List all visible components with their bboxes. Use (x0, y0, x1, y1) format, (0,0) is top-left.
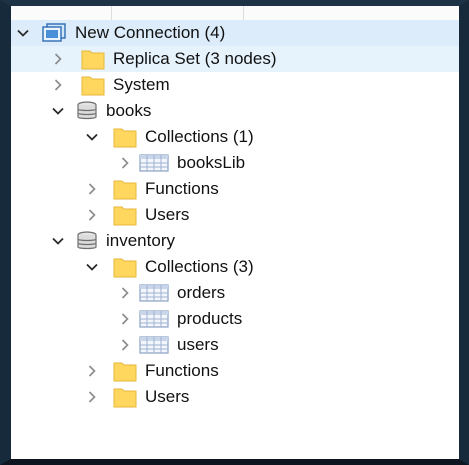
chevron-right-icon[interactable] (116, 284, 134, 302)
collection-label: users (177, 335, 219, 354)
users-label: Users (145, 387, 190, 406)
database-icon (76, 101, 98, 121)
folder-icon (113, 126, 137, 148)
connection-label: New Connection (4) (75, 23, 226, 42)
folder-icon (81, 74, 105, 96)
tree-node-users[interactable]: Users (11, 202, 459, 228)
tree-node-users[interactable]: Users (11, 384, 459, 410)
database-label: inventory (106, 231, 175, 250)
table-icon (139, 310, 169, 328)
collection-label: orders (177, 283, 226, 302)
folder-icon (113, 360, 137, 382)
table-icon (139, 284, 169, 302)
folder-icon (113, 256, 137, 278)
collection-label: booksLib (177, 153, 246, 172)
tree-node-system[interactable]: System (11, 72, 459, 98)
functions-label: Functions (145, 361, 219, 380)
tree-node-functions[interactable]: Functions (11, 176, 459, 202)
tree-node-database-inventory[interactable]: inventory (11, 228, 459, 254)
folder-icon (113, 386, 137, 408)
tree-node-collection[interactable]: orders (11, 280, 459, 306)
folder-icon (113, 204, 137, 226)
chevron-down-icon[interactable] (83, 258, 101, 276)
chevron-down-icon[interactable] (14, 24, 32, 42)
chevron-right-icon[interactable] (49, 50, 67, 68)
tree-node-collection[interactable]: users (11, 332, 459, 358)
chevron-right-icon[interactable] (116, 154, 134, 172)
connection-icon (41, 23, 67, 43)
tree-node-collection[interactable]: products (11, 306, 459, 332)
tree-node-database-books[interactable]: books (11, 98, 459, 124)
chevron-right-icon[interactable] (83, 206, 101, 224)
chevron-right-icon[interactable] (116, 336, 134, 354)
tree-node-collections[interactable]: Collections (1) (11, 124, 459, 150)
system-label: System (113, 75, 170, 94)
tree-node-connection[interactable]: New Connection (4) (11, 20, 459, 46)
chevron-right-icon[interactable] (83, 388, 101, 406)
chevron-right-icon[interactable] (49, 76, 67, 94)
database-icon (76, 231, 98, 251)
chevron-down-icon[interactable] (83, 128, 101, 146)
chevron-right-icon[interactable] (116, 310, 134, 328)
functions-label: Functions (145, 179, 219, 198)
tree-node-collections[interactable]: Collections (3) (11, 254, 459, 280)
folder-icon (81, 48, 105, 70)
collection-label: products (177, 309, 243, 328)
chevron-down-icon[interactable] (49, 102, 67, 120)
chevron-down-icon[interactable] (49, 232, 67, 250)
chevron-right-icon[interactable] (83, 362, 101, 380)
collections-label: Collections (3) (145, 257, 254, 276)
connection-tree: New Connection (4) Replica Set (3 nodes)… (11, 20, 459, 410)
header-separator (243, 6, 244, 20)
table-icon (139, 154, 169, 172)
tree-node-functions[interactable]: Functions (11, 358, 459, 384)
chevron-right-icon[interactable] (83, 180, 101, 198)
database-label: books (106, 101, 152, 120)
tree-node-collection[interactable]: booksLib (11, 150, 459, 176)
folder-icon (113, 178, 137, 200)
tree-header (11, 6, 459, 21)
table-icon (139, 336, 169, 354)
collections-label: Collections (1) (145, 127, 254, 146)
tree-node-replica-set[interactable]: Replica Set (3 nodes) (11, 46, 459, 72)
replica-set-label: Replica Set (3 nodes) (113, 49, 277, 68)
users-label: Users (145, 205, 190, 224)
header-separator (111, 6, 112, 20)
